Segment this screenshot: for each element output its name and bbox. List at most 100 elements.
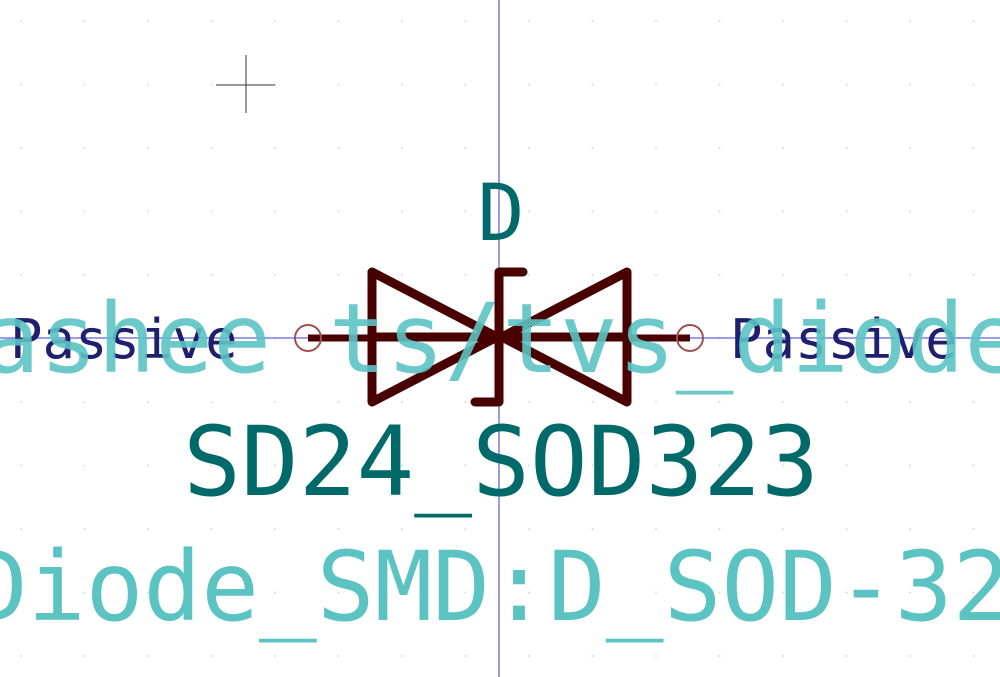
grid-dot xyxy=(210,528,213,530)
grid-dot xyxy=(274,528,276,530)
grid-dot xyxy=(718,528,721,530)
datasheet-field[interactable]: ashee ts/tvs_diode_arr xyxy=(0,283,1000,395)
grid-dot xyxy=(909,147,911,149)
grid-dot xyxy=(782,655,784,657)
grid-dot xyxy=(83,401,86,403)
grid-dot xyxy=(20,401,22,403)
grid-dot xyxy=(845,20,848,22)
grid-dot xyxy=(401,655,403,657)
grid-dot xyxy=(401,401,403,403)
grid-dot xyxy=(655,83,657,86)
grid-dot xyxy=(401,83,403,86)
grid-dot xyxy=(401,20,403,22)
grid-dot xyxy=(147,655,149,657)
grid-dot xyxy=(972,274,975,276)
grid-dot xyxy=(972,401,975,403)
value-field[interactable]: SD24_SOD323 xyxy=(183,406,819,518)
grid-dot xyxy=(782,83,784,86)
grid-dot xyxy=(655,210,657,213)
grid-dot xyxy=(972,20,975,22)
grid-dot xyxy=(909,20,911,22)
grid-dot xyxy=(909,274,911,276)
grid-dot xyxy=(655,528,657,530)
grid-dot xyxy=(83,147,86,149)
grid-dot xyxy=(210,83,213,86)
grid-dot xyxy=(83,528,86,530)
grid-dot xyxy=(337,20,340,22)
grid-dot xyxy=(464,528,467,530)
grid-dot xyxy=(718,401,721,403)
grid-dot xyxy=(274,401,276,403)
grid-dot xyxy=(591,401,594,403)
grid-dot xyxy=(782,274,784,276)
grid-dot xyxy=(210,274,213,276)
grid-dot xyxy=(464,210,467,213)
grid-dot xyxy=(20,83,22,86)
grid-dot xyxy=(718,210,721,213)
grid-dot xyxy=(337,401,340,403)
grid-dot xyxy=(655,655,657,657)
grid-dot xyxy=(845,401,848,403)
grid-dot xyxy=(718,274,721,276)
footprint-field[interactable]: Diode_SMD:D_SOD-323 xyxy=(0,531,1000,643)
grid-dot xyxy=(337,210,340,213)
grid-dot xyxy=(464,20,467,22)
grid-dot xyxy=(972,464,975,467)
schematic-canvas[interactable]: Passive Passive D SD24_SOD323 ashee ts/t… xyxy=(0,0,1000,677)
grid-dot xyxy=(528,274,530,276)
crosshair-icon xyxy=(216,55,275,113)
grid-dot xyxy=(528,147,530,149)
grid-dot xyxy=(401,528,403,530)
grid-dot xyxy=(83,83,86,86)
grid-dot xyxy=(972,655,975,657)
grid-dot xyxy=(718,20,721,22)
grid-dot xyxy=(909,83,911,86)
grid-dot xyxy=(591,528,594,530)
grid-dot xyxy=(337,655,340,657)
grid-dot xyxy=(464,274,467,276)
grid-dot xyxy=(147,528,149,530)
grid-dot xyxy=(147,210,149,213)
grid-dot xyxy=(655,20,657,22)
grid-dot xyxy=(528,655,530,657)
grid-dot xyxy=(909,655,911,657)
grid-dot xyxy=(591,655,594,657)
grid-dot xyxy=(845,147,848,149)
grid-dot xyxy=(20,20,22,22)
grid-dot xyxy=(845,83,848,86)
grid-dot xyxy=(401,147,403,149)
grid-dot xyxy=(782,401,784,403)
grid-dot xyxy=(655,147,657,149)
grid-dot xyxy=(274,274,276,276)
grid-dot xyxy=(528,83,530,86)
grid-dot xyxy=(83,464,86,467)
grid-dot xyxy=(210,655,213,657)
grid-dot xyxy=(401,274,403,276)
reference-field[interactable]: D xyxy=(478,169,525,259)
grid-dot xyxy=(20,147,22,149)
grid-dot xyxy=(909,210,911,213)
grid-dot xyxy=(147,464,149,467)
grid-dot xyxy=(20,528,22,530)
grid-dot xyxy=(655,401,657,403)
grid-dot xyxy=(274,210,276,213)
grid-dot xyxy=(591,83,594,86)
grid-dot xyxy=(147,147,149,149)
grid-dot xyxy=(909,401,911,403)
grid-dot xyxy=(401,210,403,213)
grid-dot xyxy=(20,274,22,276)
grid-dot xyxy=(464,401,467,403)
grid-dot xyxy=(591,20,594,22)
grid-dot xyxy=(782,528,784,530)
grid-dot xyxy=(274,20,276,22)
grid-dot xyxy=(20,464,22,467)
grid-dot xyxy=(528,210,530,213)
grid-dot xyxy=(528,401,530,403)
grid-dot xyxy=(718,655,721,657)
grid-dot xyxy=(210,210,213,213)
grid-dot xyxy=(20,655,22,657)
grid-dot xyxy=(782,20,784,22)
grid-dot xyxy=(972,83,975,86)
grid-dot xyxy=(274,655,276,657)
grid-dot xyxy=(147,20,149,22)
